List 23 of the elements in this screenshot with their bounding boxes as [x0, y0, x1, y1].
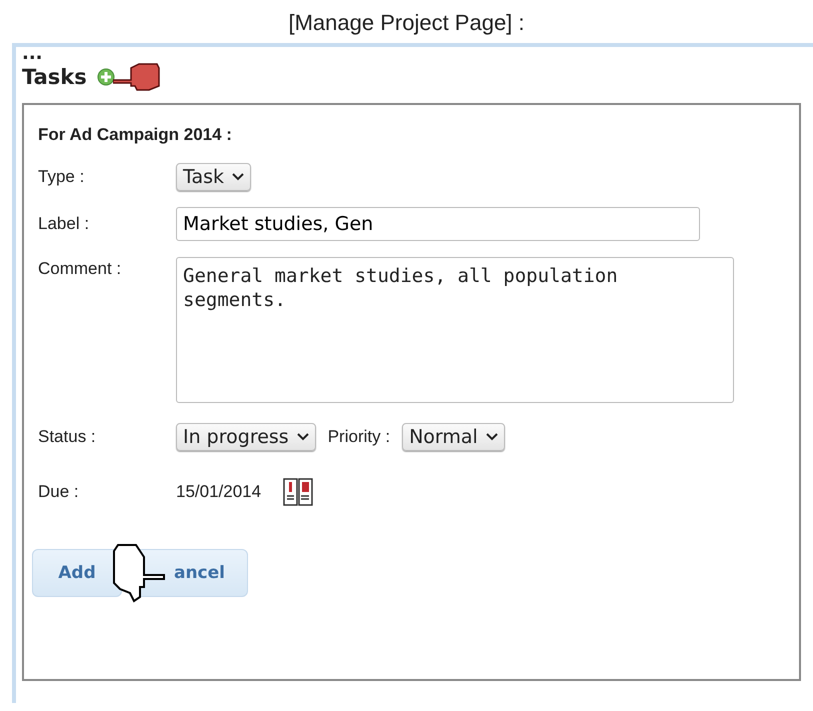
- add-button[interactable]: Add: [32, 549, 122, 597]
- comment-textarea[interactable]: General market studies, all population segments.: [176, 257, 734, 403]
- ellipsis: ...: [22, 47, 44, 61]
- type-select[interactable]: Task: [176, 163, 252, 191]
- priority-select[interactable]: Normal: [402, 423, 505, 451]
- add-icon[interactable]: [96, 68, 115, 86]
- due-date: 15/01/2014: [176, 482, 262, 502]
- status-select[interactable]: In progress: [176, 423, 316, 451]
- caret-icon: [486, 433, 498, 441]
- label-input[interactable]: Market studies, Gen: [176, 207, 700, 241]
- page-title: [Manage Project Page] :: [287, 9, 526, 37]
- field-label: Type :: [38, 167, 86, 187]
- section-title: Tasks: [22, 65, 87, 89]
- caret-icon: [232, 173, 244, 181]
- caret-icon: [296, 433, 309, 441]
- field-label: Comment :: [38, 259, 122, 279]
- field-label: Due :: [38, 482, 80, 502]
- pointing-hand-icon: [112, 62, 161, 92]
- field-label: Status :: [38, 427, 97, 447]
- calendar-icon[interactable]: [283, 477, 314, 507]
- field-label: Priority :: [328, 427, 390, 447]
- field-label: Label :: [38, 214, 90, 234]
- form-heading: For Ad Campaign 2014 :: [38, 125, 233, 145]
